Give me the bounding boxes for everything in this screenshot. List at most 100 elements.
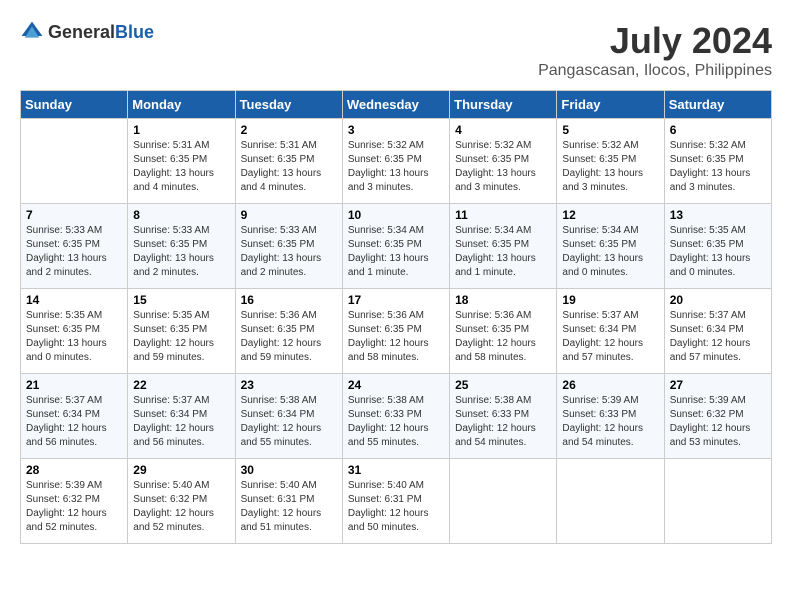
day-number: 21 — [26, 378, 122, 392]
day-info: Sunrise: 5:34 AM Sunset: 6:35 PM Dayligh… — [562, 224, 658, 280]
calendar-cell: 15 Sunrise: 5:35 AM Sunset: 6:35 PM Dayli… — [128, 289, 235, 374]
day-number: 29 — [133, 463, 229, 477]
weekday-header: Friday — [557, 91, 664, 119]
day-info: Sunrise: 5:35 AM Sunset: 6:35 PM Dayligh… — [133, 309, 229, 365]
calendar-cell: 29 Sunrise: 5:40 AM Sunset: 6:32 PM Dayli… — [128, 459, 235, 544]
calendar-cell: 22 Sunrise: 5:37 AM Sunset: 6:34 PM Dayli… — [128, 374, 235, 459]
day-number: 28 — [26, 463, 122, 477]
weekday-header: Wednesday — [342, 91, 449, 119]
day-info: Sunrise: 5:32 AM Sunset: 6:35 PM Dayligh… — [348, 139, 444, 195]
calendar-week-row: 14 Sunrise: 5:35 AM Sunset: 6:35 PM Dayli… — [21, 289, 772, 374]
day-info: Sunrise: 5:38 AM Sunset: 6:34 PM Dayligh… — [241, 394, 337, 450]
day-number: 30 — [241, 463, 337, 477]
calendar-cell: 5Sunrise: 5:32 AM Sunset: 6:35 PM Daylig… — [557, 119, 664, 204]
day-info: Sunrise: 5:31 AM Sunset: 6:35 PM Dayligh… — [133, 139, 229, 195]
day-number: 2 — [241, 123, 337, 137]
day-number: 25 — [455, 378, 551, 392]
calendar-cell: 17 Sunrise: 5:36 AM Sunset: 6:35 PM Dayli… — [342, 289, 449, 374]
day-info: Sunrise: 5:40 AM Sunset: 6:31 PM Dayligh… — [348, 479, 444, 535]
day-number: 7 — [26, 208, 122, 222]
calendar-cell: 30Sunrise: 5:40 AM Sunset: 6:31 PM Dayli… — [235, 459, 342, 544]
day-info: Sunrise: 5:35 AM Sunset: 6:35 PM Dayligh… — [670, 224, 766, 280]
calendar-week-row: 7 Sunrise: 5:33 AM Sunset: 6:35 PM Daylig… — [21, 204, 772, 289]
calendar-cell — [557, 459, 664, 544]
calendar-table: SundayMondayTuesdayWednesdayThursdayFrid… — [20, 90, 772, 544]
calendar-cell: 1Sunrise: 5:31 AM Sunset: 6:35 PM Daylig… — [128, 119, 235, 204]
logo-icon — [20, 20, 44, 44]
day-number: 23 — [241, 378, 337, 392]
calendar-cell: 20Sunrise: 5:37 AM Sunset: 6:34 PM Dayli… — [664, 289, 771, 374]
weekday-header: Sunday — [21, 91, 128, 119]
day-number: 19 — [562, 293, 658, 307]
day-number: 5 — [562, 123, 658, 137]
calendar-header-row: SundayMondayTuesdayWednesdayThursdayFrid… — [21, 91, 772, 119]
day-number: 16 — [241, 293, 337, 307]
day-number: 9 — [241, 208, 337, 222]
day-info: Sunrise: 5:37 AM Sunset: 6:34 PM Dayligh… — [670, 309, 766, 365]
day-number: 26 — [562, 378, 658, 392]
day-info: Sunrise: 5:37 AM Sunset: 6:34 PM Dayligh… — [562, 309, 658, 365]
day-info: Sunrise: 5:33 AM Sunset: 6:35 PM Dayligh… — [26, 224, 122, 280]
calendar-cell: 18Sunrise: 5:36 AM Sunset: 6:35 PM Dayli… — [450, 289, 557, 374]
weekday-header: Monday — [128, 91, 235, 119]
day-info: Sunrise: 5:38 AM Sunset: 6:33 PM Dayligh… — [348, 394, 444, 450]
calendar-week-row: 28 Sunrise: 5:39 AM Sunset: 6:32 PM Dayli… — [21, 459, 772, 544]
calendar-cell: 13Sunrise: 5:35 AM Sunset: 6:35 PM Dayli… — [664, 204, 771, 289]
calendar-cell: 9Sunrise: 5:33 AM Sunset: 6:35 PM Daylig… — [235, 204, 342, 289]
location: Pangascasan, Ilocos, Philippines — [538, 62, 772, 80]
day-number: 3 — [348, 123, 444, 137]
day-info: Sunrise: 5:36 AM Sunset: 6:35 PM Dayligh… — [241, 309, 337, 365]
day-info: Sunrise: 5:35 AM Sunset: 6:35 PM Dayligh… — [26, 309, 122, 365]
calendar-cell — [21, 119, 128, 204]
page-header: GeneralBlue July 2024 Pangascasan, Iloco… — [20, 20, 772, 80]
calendar-cell — [450, 459, 557, 544]
day-number: 24 — [348, 378, 444, 392]
day-info: Sunrise: 5:40 AM Sunset: 6:32 PM Dayligh… — [133, 479, 229, 535]
day-number: 22 — [133, 378, 229, 392]
day-info: Sunrise: 5:37 AM Sunset: 6:34 PM Dayligh… — [26, 394, 122, 450]
calendar-cell: 28 Sunrise: 5:39 AM Sunset: 6:32 PM Dayli… — [21, 459, 128, 544]
day-info: Sunrise: 5:32 AM Sunset: 6:35 PM Dayligh… — [670, 139, 766, 195]
day-info: Sunrise: 5:37 AM Sunset: 6:34 PM Dayligh… — [133, 394, 229, 450]
calendar-cell: 16 Sunrise: 5:36 AM Sunset: 6:35 PM Dayli… — [235, 289, 342, 374]
day-number: 17 — [348, 293, 444, 307]
day-number: 11 — [455, 208, 551, 222]
calendar-body: 1Sunrise: 5:31 AM Sunset: 6:35 PM Daylig… — [21, 119, 772, 544]
calendar-cell: 11 Sunrise: 5:34 AM Sunset: 6:35 PM Dayli… — [450, 204, 557, 289]
calendar-cell: 14 Sunrise: 5:35 AM Sunset: 6:35 PM Dayli… — [21, 289, 128, 374]
calendar-week-row: 21 Sunrise: 5:37 AM Sunset: 6:34 PM Dayli… — [21, 374, 772, 459]
day-info: Sunrise: 5:39 AM Sunset: 6:32 PM Dayligh… — [26, 479, 122, 535]
calendar-cell: 7 Sunrise: 5:33 AM Sunset: 6:35 PM Daylig… — [21, 204, 128, 289]
day-info: Sunrise: 5:32 AM Sunset: 6:35 PM Dayligh… — [455, 139, 551, 195]
day-info: Sunrise: 5:39 AM Sunset: 6:32 PM Dayligh… — [670, 394, 766, 450]
calendar-cell: 4Sunrise: 5:32 AM Sunset: 6:35 PM Daylig… — [450, 119, 557, 204]
calendar-cell: 24 Sunrise: 5:38 AM Sunset: 6:33 PM Dayli… — [342, 374, 449, 459]
weekday-header: Tuesday — [235, 91, 342, 119]
calendar-cell: 21 Sunrise: 5:37 AM Sunset: 6:34 PM Dayli… — [21, 374, 128, 459]
day-info: Sunrise: 5:36 AM Sunset: 6:35 PM Dayligh… — [348, 309, 444, 365]
calendar-cell: 3 Sunrise: 5:32 AM Sunset: 6:35 PM Daylig… — [342, 119, 449, 204]
title-block: July 2024 Pangascasan, Ilocos, Philippin… — [538, 20, 772, 80]
logo: GeneralBlue — [20, 20, 154, 44]
day-number: 15 — [133, 293, 229, 307]
day-number: 18 — [455, 293, 551, 307]
calendar-cell — [664, 459, 771, 544]
day-number: 31 — [348, 463, 444, 477]
logo-blue: Blue — [115, 22, 154, 42]
day-number: 10 — [348, 208, 444, 222]
day-number: 6 — [670, 123, 766, 137]
calendar-cell: 31 Sunrise: 5:40 AM Sunset: 6:31 PM Dayli… — [342, 459, 449, 544]
day-number: 14 — [26, 293, 122, 307]
calendar-cell: 10Sunrise: 5:34 AM Sunset: 6:35 PM Dayli… — [342, 204, 449, 289]
logo-general: General — [48, 22, 115, 42]
day-info: Sunrise: 5:34 AM Sunset: 6:35 PM Dayligh… — [455, 224, 551, 280]
weekday-header: Thursday — [450, 91, 557, 119]
calendar-cell: 23 Sunrise: 5:38 AM Sunset: 6:34 PM Dayli… — [235, 374, 342, 459]
calendar-cell: 8 Sunrise: 5:33 AM Sunset: 6:35 PM Daylig… — [128, 204, 235, 289]
calendar-cell: 25Sunrise: 5:38 AM Sunset: 6:33 PM Dayli… — [450, 374, 557, 459]
day-info: Sunrise: 5:39 AM Sunset: 6:33 PM Dayligh… — [562, 394, 658, 450]
calendar-cell: 27Sunrise: 5:39 AM Sunset: 6:32 PM Dayli… — [664, 374, 771, 459]
day-number: 8 — [133, 208, 229, 222]
day-info: Sunrise: 5:33 AM Sunset: 6:35 PM Dayligh… — [133, 224, 229, 280]
calendar-cell: 12Sunrise: 5:34 AM Sunset: 6:35 PM Dayli… — [557, 204, 664, 289]
